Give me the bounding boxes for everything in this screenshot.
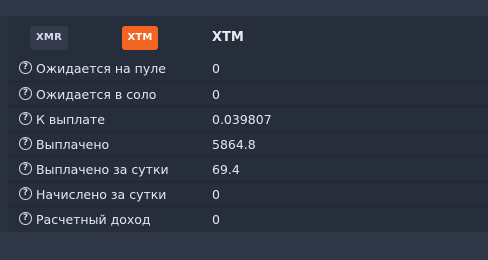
- stat-row-pending-solo: ? Ожидается в соло 0: [8, 81, 488, 106]
- question-circle-icon[interactable]: ?: [19, 187, 32, 200]
- stat-value: 69.4: [212, 162, 240, 177]
- stat-value: 0: [212, 187, 220, 202]
- stat-row-estimated-income: ? Расчетный доход 0: [8, 206, 488, 231]
- selected-coin-title: XTM: [212, 30, 244, 45]
- stat-row-paid-24h: ? Выплачено за сутки 69.4: [8, 156, 488, 181]
- stat-value: 0: [212, 61, 220, 76]
- stat-label: Ожидается в соло: [36, 87, 157, 102]
- stat-row-paid: ? Выплачено 5864.8: [8, 131, 488, 156]
- stat-label: К выплате: [36, 112, 105, 127]
- mining-stats-panel: XMR XTM XTM ? Ожидается на пуле 0 ? Ожид…: [8, 16, 488, 232]
- stat-row-pending-pool: ? Ожидается на пуле 0: [8, 56, 488, 81]
- question-circle-icon[interactable]: ?: [19, 112, 32, 125]
- stats-table: ? Ожидается на пуле 0 ? Ожидается в соло…: [8, 56, 488, 231]
- stat-label: Начислено за сутки: [36, 187, 167, 202]
- top-strip: [0, 0, 488, 16]
- coin-tabs: XMR XTM XTM: [8, 22, 488, 56]
- stat-row-accrued-24h: ? Начислено за сутки 0: [8, 181, 488, 206]
- bottom-strip: [0, 232, 488, 260]
- stat-row-payable: ? К выплате 0.039807: [8, 106, 488, 131]
- question-circle-icon[interactable]: ?: [19, 137, 32, 150]
- stat-label: Выплачено: [36, 137, 110, 152]
- stat-label: Ожидается на пуле: [36, 61, 166, 76]
- question-circle-icon[interactable]: ?: [19, 162, 32, 175]
- stat-value: 0: [212, 212, 220, 227]
- coin-tab-xtm[interactable]: XTM: [122, 26, 158, 50]
- question-circle-icon[interactable]: ?: [19, 212, 32, 225]
- stat-label: Выплачено за сутки: [36, 162, 169, 177]
- stat-value: 5864.8: [212, 137, 256, 152]
- stat-value: 0: [212, 87, 220, 102]
- question-circle-icon[interactable]: ?: [19, 61, 32, 74]
- stat-value: 0.039807: [212, 112, 272, 127]
- coin-tab-xmr[interactable]: XMR: [30, 26, 68, 50]
- stat-label: Расчетный доход: [36, 212, 151, 227]
- question-circle-icon[interactable]: ?: [19, 87, 32, 100]
